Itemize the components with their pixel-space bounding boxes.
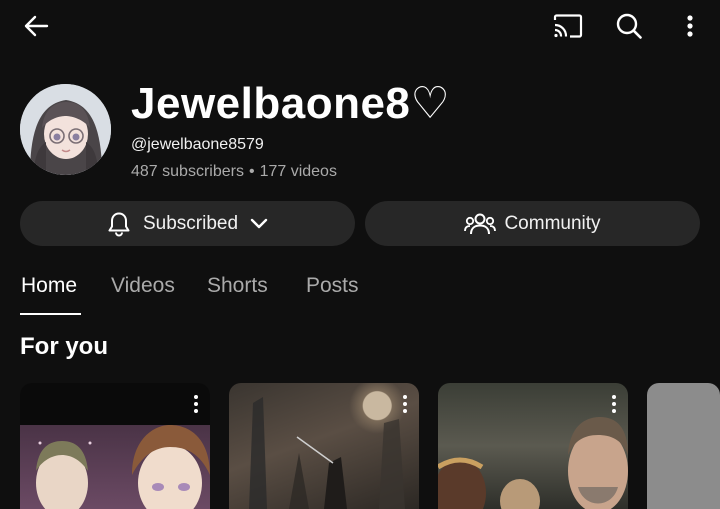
video-count: 177 videos xyxy=(259,163,337,180)
search-icon xyxy=(616,13,642,39)
back-button[interactable] xyxy=(18,10,54,42)
active-tab-indicator xyxy=(20,313,81,315)
section-title: For you xyxy=(20,333,108,360)
video-card[interactable] xyxy=(438,383,628,509)
search-button[interactable] xyxy=(611,9,647,43)
bell-icon xyxy=(108,212,130,236)
video-thumbnail xyxy=(249,397,405,509)
chevron-down-icon xyxy=(250,218,268,228)
avatar-image xyxy=(20,84,111,175)
video-card[interactable] xyxy=(647,383,720,509)
card-more-icon[interactable] xyxy=(610,395,618,415)
people-icon xyxy=(464,213,497,234)
more-options-button[interactable] xyxy=(676,10,704,42)
video-card[interactable] xyxy=(229,383,419,509)
cast-button[interactable] xyxy=(550,10,586,42)
community-button[interactable]: Community xyxy=(365,201,700,246)
channel-handle: @jewelbaone8579 xyxy=(131,136,264,153)
channel-stats: 487 subscribers • 177 videos xyxy=(131,163,337,181)
channel-tabs: Home Videos Shorts Posts xyxy=(0,270,720,316)
subscribed-label: Subscribed xyxy=(142,212,239,234)
more-vertical-icon xyxy=(687,15,693,37)
top-app-bar xyxy=(0,0,720,52)
tab-videos[interactable]: Videos xyxy=(111,274,175,298)
subscribed-button[interactable]: Subscribed xyxy=(20,201,355,246)
video-card[interactable] xyxy=(20,383,210,509)
card-more-icon[interactable] xyxy=(401,395,409,415)
stats-separator: • xyxy=(248,163,255,180)
card-more-icon[interactable] xyxy=(192,395,200,415)
video-thumbnail xyxy=(438,417,628,509)
cast-icon xyxy=(553,14,583,38)
back-arrow-icon xyxy=(24,15,49,37)
video-thumbnail xyxy=(36,425,210,509)
channel-avatar[interactable] xyxy=(20,84,111,175)
tab-home[interactable]: Home xyxy=(21,274,77,298)
channel-name: Jewelbaone8♡ xyxy=(131,79,451,128)
tab-posts[interactable]: Posts xyxy=(306,274,359,298)
tab-shorts[interactable]: Shorts xyxy=(207,274,268,298)
community-label: Community xyxy=(504,212,601,234)
subscriber-count: 487 subscribers xyxy=(131,163,244,180)
